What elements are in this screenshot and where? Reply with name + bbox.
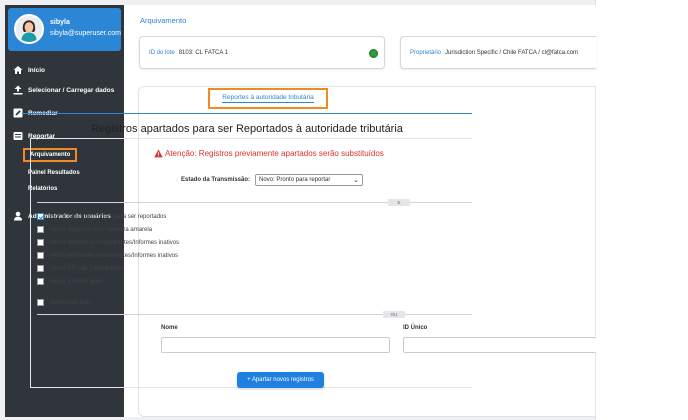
checkbox-prontos[interactable]: Incluir registros prontos para ser repor… — [37, 213, 166, 220]
id-unico-label: ID Único — [403, 325, 428, 331]
proprietario-card: Proprietário Jurisdiction Specific / Chi… — [400, 36, 596, 69]
estado-label: Estado da Transmissão: — [181, 177, 251, 183]
checkbox-label: Incluir Informe Nulo — [50, 278, 103, 285]
status-dot-icon — [369, 49, 378, 58]
nome-input[interactable] — [161, 337, 390, 353]
checkbox-box[interactable] — [37, 252, 44, 259]
checkbox-label: Selecionar tudo — [50, 299, 92, 306]
sidebar-item-carregar[interactable]: Selecionar / Carregar dados — [12, 85, 114, 95]
divider-label-e: E — [388, 199, 410, 206]
estado-selected: Novo: Pronto para reportar — [259, 177, 331, 183]
upload-icon — [12, 85, 23, 95]
tab-reportes[interactable]: Reportes à autoridade tributária — [208, 88, 328, 109]
page-title: Registros apartados para ser Reportados … — [91, 123, 403, 135]
tab-label: Reportes à autoridade tributária — [222, 94, 314, 103]
profile-card[interactable]: sibyla sibyla@superuser.com — [8, 8, 121, 51]
checkbox-label: Incluir registros prontos para ser repor… — [50, 213, 167, 220]
checkbox-individuos[interactable]: Incluir indivíduos recalcitrantes/Inform… — [37, 239, 179, 246]
checkbox-box[interactable] — [37, 239, 44, 246]
checkbox-label: Incluir indivíduos recalcitrantes/Inform… — [50, 239, 180, 246]
apartar-registros-button[interactable]: + Apartar novos registros — [237, 372, 324, 388]
proprietario-value: Jurisdiction Specific / Chile FATCA / cl… — [445, 49, 579, 56]
sidebar-item-inicio[interactable]: Início — [12, 65, 45, 75]
checkbox-box[interactable] — [37, 226, 44, 233]
user-icon — [12, 211, 23, 221]
divider-ou — [37, 314, 472, 315]
proprietario-label: Proprietário — [410, 49, 442, 56]
checkbox-box[interactable] — [37, 278, 44, 285]
checkbox-box[interactable] — [37, 299, 44, 306]
avatar — [14, 14, 44, 44]
lote-label: ID do lote — [149, 49, 175, 56]
warning-icon — [154, 149, 163, 158]
checkbox-box[interactable] — [37, 213, 44, 220]
lote-card: ID do lote 8103: CL FATCA 1 — [139, 36, 385, 69]
id-unico-input[interactable] — [403, 337, 596, 353]
nome-label: Nome — [161, 325, 178, 331]
checkbox-label: Incluir FFI não participantes — [50, 265, 125, 272]
divider-label-ou: OU — [383, 311, 405, 318]
checkbox-bandeira-amarela[interactable]: Incluir registros com bandeira amarela — [37, 226, 152, 233]
profile-name: sibyla — [50, 19, 70, 26]
breadcrumb[interactable]: Arquivamento — [140, 16, 186, 25]
checkbox-ffi[interactable]: Incluir FFI não participantes — [37, 265, 124, 272]
warning-message: Atenção: Registros previamente apartados… — [154, 149, 384, 158]
checkbox-label: Incluir entidades recalcitrantes/Informe… — [50, 252, 179, 259]
app-window: sibyla sibyla@superuser.com Início Selec… — [0, 0, 596, 420]
lote-value: 8103: CL FATCA 1 — [178, 49, 229, 56]
checkbox-selecionar-tudo[interactable]: Selecionar tudo — [37, 299, 92, 306]
checkbox-label: Incluir registros com bandeira amarela — [50, 226, 153, 233]
sidebar-item-label: Selecionar / Carregar dados — [28, 86, 115, 94]
home-icon — [12, 65, 23, 75]
checkbox-box[interactable] — [37, 265, 44, 272]
chevron-down-icon: ⌄ — [353, 177, 359, 184]
checkbox-entidades[interactable]: Incluir entidades recalcitrantes/Informe… — [37, 252, 178, 259]
checkbox-informe-nulo[interactable]: Incluir Informe Nulo — [37, 278, 102, 285]
warning-text: Atenção: Registros previamente apartados… — [165, 149, 384, 158]
tab-underline — [22, 113, 472, 114]
profile-email: sibyla@superuser.com — [50, 30, 121, 37]
estado-select[interactable]: Novo: Pronto para reportar ⌄ — [255, 174, 363, 186]
sidebar-item-label: Início — [28, 66, 45, 74]
